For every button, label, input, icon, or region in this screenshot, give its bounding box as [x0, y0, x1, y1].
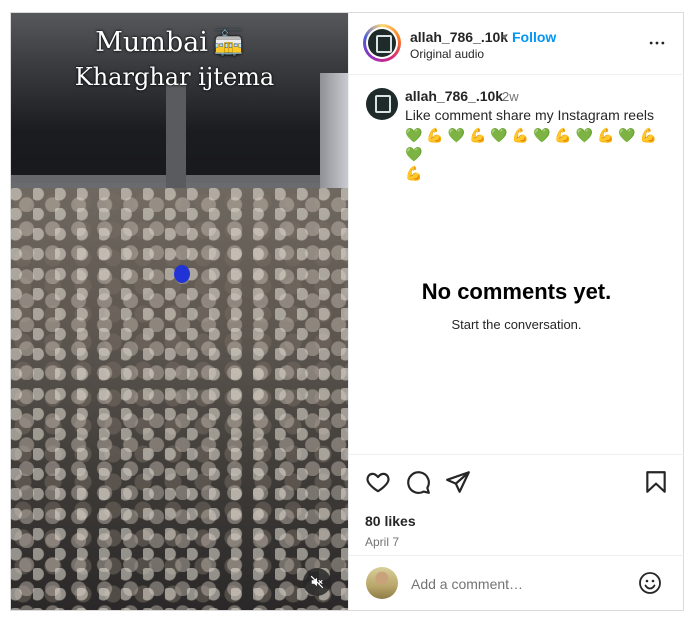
share-icon — [446, 471, 470, 493]
video-crowd — [11, 188, 348, 610]
avatar-logo-icon — [375, 95, 391, 113]
audio-link[interactable]: Original audio — [410, 47, 484, 61]
empty-state-subtitle: Start the conversation. — [451, 317, 582, 332]
like-icon — [366, 472, 390, 493]
comment-icon — [407, 471, 430, 494]
add-comment-input[interactable] — [409, 573, 633, 595]
more-icon — [649, 41, 665, 45]
save-icon — [646, 471, 666, 493]
caption-emoji-row: 💚 💪 💚 💪 💚 💪 💚 💪 💚 💪 💚 💪 💚 — [405, 126, 665, 164]
follow-button[interactable]: Follow — [512, 29, 556, 45]
post-header: allah_786_.10k • Follow Original audio — [349, 13, 684, 75]
author-username[interactable]: allah_786_.10k — [410, 29, 508, 45]
save-button[interactable] — [643, 469, 669, 495]
caption-avatar[interactable] — [366, 88, 398, 120]
muscle-emoji: 💪 — [468, 127, 487, 143]
header-separator: • — [502, 28, 507, 44]
mute-button[interactable] — [303, 568, 331, 596]
share-button[interactable] — [445, 469, 471, 495]
empty-state-title: No comments yet. — [421, 279, 612, 304]
mute-icon — [310, 575, 324, 589]
video-caption-line1-text: Mumbai — [95, 27, 208, 58]
current-user-avatar — [366, 567, 398, 599]
muscle-emoji: 💪 — [405, 165, 423, 181]
muscle-emoji: 💪 — [639, 127, 658, 143]
video-caption-line1: Mumbai 🚋 — [11, 27, 338, 58]
caption-timestamp[interactable]: 2w — [502, 89, 519, 104]
caption-username[interactable]: allah_786_.10k — [405, 88, 503, 104]
green-heart-emoji: 💚 — [490, 127, 508, 143]
avatar-logo-icon — [376, 35, 392, 53]
comments-empty-state: No comments yet. Start the conversation. — [349, 279, 684, 332]
caption-emoji-row: 💪 — [405, 164, 665, 183]
post-card: Mumbai 🚋 Kharghar ijtema allah_786_.10k • — [10, 12, 684, 611]
muscle-emoji: 💪 — [511, 127, 530, 143]
emoji-icon — [639, 572, 661, 594]
add-comment-bar — [349, 555, 684, 611]
green-heart-emoji: 💚 — [447, 127, 466, 143]
muscle-emoji: 💪 — [426, 127, 444, 143]
author-avatar[interactable] — [363, 24, 401, 62]
caption-emojis: 💚 💪 💚 💪 💚 💪 💚 💪 💚 💪 💚 💪 💚 💪 — [405, 126, 665, 183]
green-heart-emoji: 💚 — [405, 127, 423, 143]
train-icon: 🚋 — [213, 29, 244, 57]
comment-button[interactable] — [405, 469, 431, 495]
green-heart-emoji: 💚 — [532, 127, 551, 143]
more-options-button[interactable] — [647, 33, 667, 53]
video-blue-object — [174, 265, 190, 283]
author-avatar-image — [368, 29, 396, 57]
green-heart-emoji: 💚 — [405, 146, 423, 162]
post-side-panel: allah_786_.10k • Follow Original audio a… — [348, 13, 684, 610]
emoji-picker-button[interactable] — [638, 571, 662, 595]
like-button[interactable] — [365, 469, 391, 495]
green-heart-emoji: 💚 — [575, 127, 594, 143]
caption-text: Like comment share my Instagram reels — [405, 107, 654, 123]
green-heart-emoji: 💚 — [618, 127, 636, 143]
video-caption-line2: Kharghar ijtema — [74, 63, 275, 91]
reel-video[interactable]: Mumbai 🚋 Kharghar ijtema — [11, 13, 348, 610]
muscle-emoji: 💪 — [554, 127, 572, 143]
post-date[interactable]: April 7 — [365, 535, 399, 549]
likes-count[interactable]: 80 likes — [365, 513, 416, 529]
muscle-emoji: 💪 — [596, 127, 615, 143]
